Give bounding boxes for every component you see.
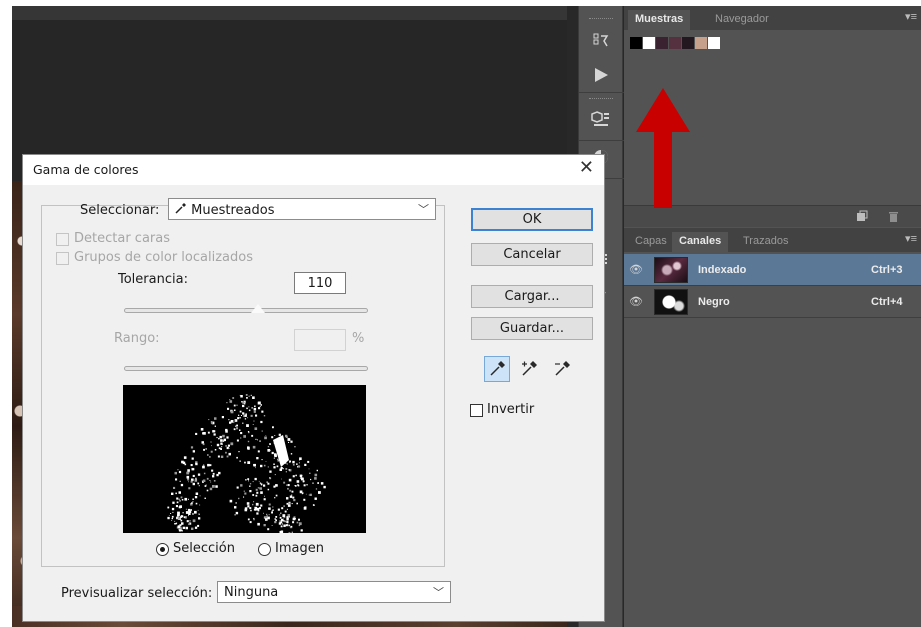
- preview-selection-value: Ninguna: [224, 585, 279, 600]
- image-radio[interactable]: [258, 543, 271, 556]
- preview-selection-dropdown[interactable]: Ninguna ﹀: [217, 581, 451, 603]
- tab-canales[interactable]: Canales: [672, 232, 729, 252]
- panel-menu-icon[interactable]: ▾≡: [905, 10, 917, 23]
- color-swatch[interactable]: [682, 37, 694, 49]
- detect-faces-label: Detectar caras: [74, 231, 170, 246]
- eyedropper-minus-icon[interactable]: [550, 356, 576, 382]
- channel-shortcut: Ctrl+3: [871, 263, 903, 276]
- tolerance-input[interactable]: 110: [294, 272, 346, 294]
- eye-visibility-icon[interactable]: 👁: [624, 263, 648, 276]
- load-button[interactable]: Cargar...: [471, 285, 593, 308]
- color-swatch[interactable]: [630, 37, 642, 49]
- ok-button[interactable]: OK: [471, 208, 593, 231]
- color-swatch[interactable]: [695, 37, 707, 49]
- document-tab-strip: [12, 6, 567, 20]
- grip-handle[interactable]: [589, 98, 613, 100]
- channel-shortcut: Ctrl+4: [871, 295, 903, 308]
- eye-visibility-icon[interactable]: 👁: [624, 295, 648, 308]
- history-icon[interactable]: [585, 28, 617, 54]
- color-swatch[interactable]: [669, 37, 681, 49]
- channel-name: Negro: [698, 295, 730, 308]
- selection-radio[interactable]: [156, 543, 169, 556]
- range-unit: %: [352, 331, 365, 346]
- channel-name: Indexado: [698, 263, 747, 276]
- invert-label: Invertir: [487, 402, 535, 417]
- color-swatch[interactable]: [656, 37, 668, 49]
- preview-selection-label: Previsualizar selección:: [61, 586, 213, 601]
- selection-preview-image[interactable]: [123, 385, 366, 533]
- swatches-footer: [624, 205, 921, 227]
- channel-row-negro[interactable]: 👁 Negro Ctrl+4: [624, 286, 921, 318]
- dialog-title: Gama de colores: [33, 162, 139, 177]
- red-arrow-annotation: [636, 88, 690, 208]
- close-icon[interactable]: ✕: [579, 157, 594, 178]
- save-button[interactable]: Guardar...: [471, 317, 593, 340]
- panel-menu-icon[interactable]: ▾≡: [905, 232, 917, 245]
- tab-capas[interactable]: Capas: [628, 232, 674, 252]
- select-value: Muestreados: [175, 202, 274, 218]
- localized-clusters-label: Grupos de color localizados: [74, 250, 253, 265]
- range-input: [294, 329, 346, 351]
- range-label: Rango:: [114, 331, 160, 346]
- tab-navegador[interactable]: Navegador: [708, 10, 776, 30]
- detect-faces-checkbox[interactable]: [56, 233, 69, 246]
- swatches-tabbar: Muestras Navegador ▾≡: [624, 6, 921, 30]
- tab-muestras[interactable]: Muestras: [628, 10, 691, 30]
- eyedropper-icon: [175, 203, 191, 218]
- cancel-button[interactable]: Cancelar: [471, 243, 593, 266]
- image-radio-label: Imagen: [275, 541, 324, 556]
- range-slider-track: [124, 366, 368, 371]
- tolerance-slider-thumb[interactable]: [250, 303, 267, 314]
- trash-icon[interactable]: [888, 210, 899, 225]
- eyedropper-plus-icon[interactable]: [517, 356, 543, 382]
- channel-thumbnail: [654, 288, 688, 315]
- channels-tabbar: Capas Canales Trazados ▾≡: [624, 228, 921, 252]
- color-swatch[interactable]: [643, 37, 655, 49]
- 3d-cube-icon[interactable]: [585, 106, 617, 132]
- eyedropper-icon[interactable]: [484, 356, 510, 382]
- tolerance-label: Tolerancia:: [118, 272, 188, 287]
- channel-thumbnail: [654, 256, 688, 283]
- tolerance-slider-track[interactable]: [124, 308, 368, 313]
- color-range-dialog: Gama de colores ✕ Seleccionar: Muestread…: [22, 154, 605, 622]
- select-label: Seleccionar:: [80, 203, 160, 218]
- play-actions-icon[interactable]: [585, 62, 617, 88]
- select-dropdown[interactable]: Muestreados ﹀: [168, 198, 436, 220]
- channel-row-indexado[interactable]: 👁 Indexado Ctrl+3: [624, 254, 921, 286]
- chevron-down-icon: ﹀: [418, 203, 429, 216]
- invert-checkbox[interactable]: [470, 404, 483, 417]
- localized-clusters-checkbox[interactable]: [56, 252, 69, 265]
- chevron-down-icon: ﹀: [433, 586, 444, 599]
- swatches-grid: [630, 37, 721, 49]
- grip-handle[interactable]: [589, 18, 613, 20]
- selection-radio-label: Selección: [173, 541, 235, 556]
- tab-trazados[interactable]: Trazados: [736, 232, 795, 252]
- channels-list: 👁 Indexado Ctrl+3 👁 Negro Ctrl+4: [624, 254, 921, 627]
- dialog-titlebar[interactable]: Gama de colores ✕: [23, 155, 604, 185]
- color-swatch[interactable]: [708, 37, 720, 49]
- new-swatch-icon[interactable]: [856, 210, 868, 225]
